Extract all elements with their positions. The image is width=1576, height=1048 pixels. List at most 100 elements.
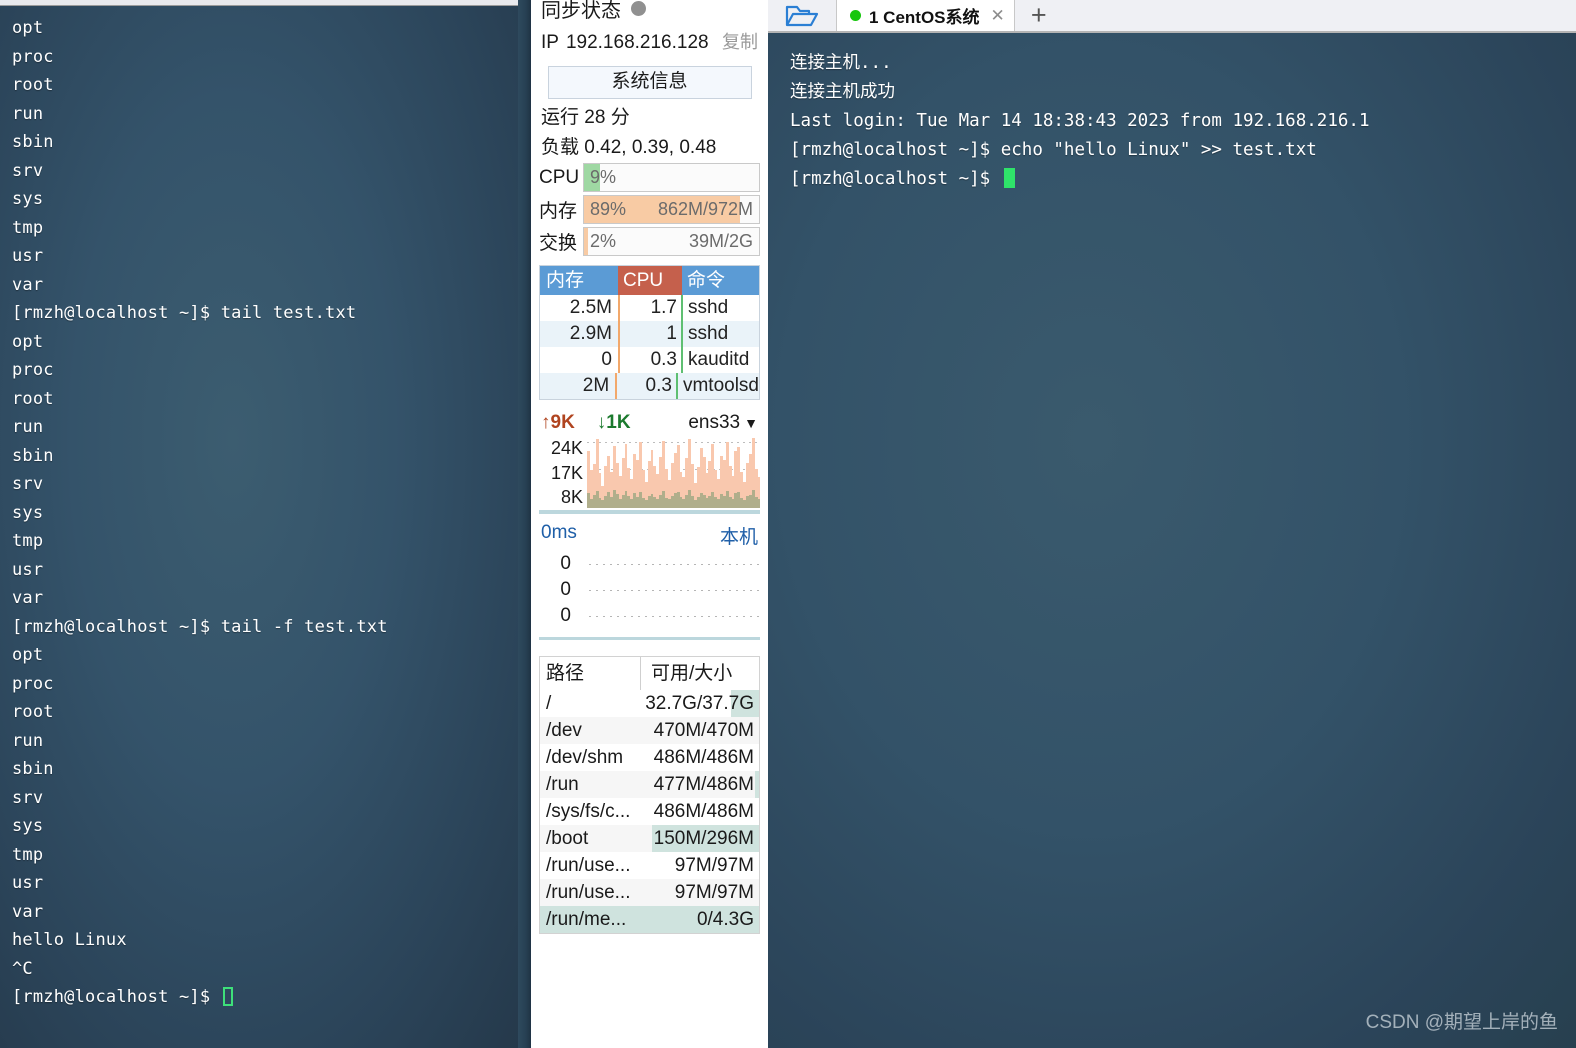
terminal-line: sys <box>12 816 44 836</box>
terminal-line: [rmzh@localhost ~]$ tail test.txt <box>12 303 357 323</box>
resource-gauges: CPU 9% 内存 89% 862M/972M 交换 2% 39M/2G <box>537 163 762 256</box>
pane-divider[interactable] <box>518 0 531 1048</box>
gauge-label: CPU <box>539 166 580 188</box>
terminal-line: var <box>12 588 44 608</box>
terminal-line: srv <box>12 474 44 494</box>
disk-path: /sys/fs/c... <box>546 801 631 822</box>
terminal-line: sys <box>12 189 44 209</box>
terminal-line: proc <box>12 360 54 380</box>
sync-status-row: 同步状态 <box>537 0 762 22</box>
ping-row: 0 <box>539 603 760 629</box>
gauge-track: 2% 39M/2G <box>583 227 760 256</box>
uptime-text: 运行 28 分 <box>541 107 630 128</box>
terminal-line: tmp <box>12 531 44 551</box>
terminal-line: sbin <box>12 759 54 779</box>
disk-size: 97M/97M <box>674 882 754 903</box>
app-window: opt proc root run sbin srv sys tmp usr var [rmzh@l… <box>0 0 1576 1048</box>
terminal-line: root <box>12 388 54 409</box>
ip-value: 192.168.216.128 <box>565 32 709 53</box>
ping-row: 0 <box>539 577 760 603</box>
network-graph: 24K 17K 8K <box>539 438 760 508</box>
disk-size: 470M/470M <box>653 720 754 741</box>
process-col-cmd: 命令 <box>687 270 726 291</box>
ping-divider <box>539 637 760 640</box>
load-average-text: 负载 0.42, 0.39, 0.48 <box>541 137 717 158</box>
table-row[interactable]: 2.9M 1 sshd <box>540 321 759 347</box>
process-cmd: kauditd <box>688 349 750 370</box>
disk-size: 0/4.3G <box>696 909 754 930</box>
table-row[interactable]: /dev 470M/470M <box>540 717 759 744</box>
terminal-line: [rmzh@localhost ~]$ echo "hello Linux" >… <box>790 140 1317 160</box>
system-info-button[interactable]: 系统信息 <box>547 66 752 99</box>
right-terminal-pane: 1 CentOS系统 ✕ + 连接主机... 连接主机成功 Last login: … <box>768 0 1576 1048</box>
terminal-line: sbin <box>12 445 54 466</box>
terminal-cursor <box>222 987 233 1006</box>
gauge-detail: 39M/2G <box>688 231 753 251</box>
disk-path: /run/me... <box>546 909 627 930</box>
terminal-line: tmp <box>12 844 44 865</box>
process-mem: 2.5M <box>540 295 620 321</box>
tab-centos[interactable]: 1 CentOS系统 ✕ <box>836 0 1015 31</box>
terminal-line: root <box>12 75 54 95</box>
table-row[interactable]: /dev/shm 486M/486M <box>540 744 759 771</box>
table-row[interactable]: /run/me... 0/4.3G <box>540 906 759 933</box>
process-table-header: 内存 CPU 命令 <box>540 266 759 295</box>
network-ytick-2: 8K <box>560 487 583 507</box>
gauge-row: 内存 89% 862M/972M <box>539 195 760 224</box>
process-cpu: 1.7 <box>620 295 683 321</box>
terminal-line: hello Linux <box>12 930 127 950</box>
terminal-line: var <box>12 274 44 295</box>
new-tab-button[interactable]: + <box>1014 0 1063 31</box>
gauge-track: 9% <box>583 163 760 192</box>
ping-gridline <box>589 589 760 591</box>
gauge-percent: 9% <box>590 167 617 187</box>
network-upload-rate: ↑9K <box>541 412 575 433</box>
gauge-row: CPU 9% <box>539 163 760 192</box>
terminal-line: [rmzh@localhost ~]$ <box>12 983 518 1012</box>
network-header: ↑9K ↓1K ens33 ▼ <box>541 412 758 434</box>
terminal-line: opt <box>12 18 44 38</box>
table-row[interactable]: /boot 150M/296M <box>540 825 759 852</box>
terminal-line: 连接主机... <box>790 53 892 73</box>
copy-ip-button[interactable]: 复制 <box>722 28 758 54</box>
network-ytick-0: 24K <box>550 438 583 458</box>
tab-bar: 1 CentOS系统 ✕ + <box>768 0 1576 33</box>
chevron-down-icon[interactable]: ▼ <box>744 415 758 431</box>
left-terminal-pane[interactable]: opt proc root run sbin srv sys tmp usr var [rmzh@l… <box>0 0 518 1048</box>
sync-status-dot-icon <box>631 0 646 16</box>
disk-size: 477M/486M <box>653 774 754 795</box>
process-cpu: 0.3 <box>620 347 683 373</box>
disk-size: 97M/97M <box>674 855 754 876</box>
disk-path: /run/use... <box>546 882 631 903</box>
disk-size: 486M/486M <box>653 747 754 768</box>
network-download-rate: ↓1K <box>596 412 631 433</box>
gauge-track: 89% 862M/972M <box>583 195 760 224</box>
right-terminal-body[interactable]: 连接主机... 连接主机成功 Last login: Tue Mar 14 18:3… <box>768 33 1576 1048</box>
process-cpu: 0.3 <box>617 373 678 399</box>
ping-host[interactable]: 本机 <box>720 522 758 549</box>
process-cmd: sshd <box>688 297 729 318</box>
table-row[interactable]: /sys/fs/c... 486M/486M <box>540 798 759 825</box>
table-row[interactable]: 2M 0.3 vmtoolsd <box>540 373 759 399</box>
open-folder-icon[interactable] <box>768 0 836 31</box>
terminal-line: proc <box>12 46 54 67</box>
process-table: 内存 CPU 命令 2.5M 1.7 sshd 2.9M 1 sshd 0 0.3 kaudit… <box>539 265 760 400</box>
process-col-mem: 内存 <box>546 270 585 291</box>
network-y-axis: 24K 17K 8K <box>539 438 587 508</box>
network-interface-name[interactable]: ens33 <box>688 412 740 434</box>
gauge-label: 内存 <box>539 201 578 222</box>
table-row[interactable]: /run 477M/486M <box>540 771 759 798</box>
close-icon[interactable]: ✕ <box>991 6 1005 26</box>
table-row[interactable]: /run/use... 97M/97M <box>540 879 759 906</box>
process-col-cpu: CPU <box>618 266 682 295</box>
right-terminal-output: 连接主机... 连接主机成功 Last login: Tue Mar 14 18:3… <box>790 49 1572 194</box>
system-monitor-panel: 同步状态 IP 192.168.216.128 复制 系统信息 运行 28 分 … <box>531 0 768 1048</box>
process-mem: 2M <box>540 373 618 399</box>
disk-path: /run <box>546 774 579 795</box>
table-row[interactable]: / 32.7G/37.7G <box>540 690 759 717</box>
table-row[interactable]: 0 0.3 kauditd <box>540 347 759 373</box>
ip-label: IP <box>541 32 559 53</box>
ping-gridline <box>589 615 760 617</box>
table-row[interactable]: /run/use... 97M/97M <box>540 852 759 879</box>
table-row[interactable]: 2.5M 1.7 sshd <box>540 295 759 321</box>
